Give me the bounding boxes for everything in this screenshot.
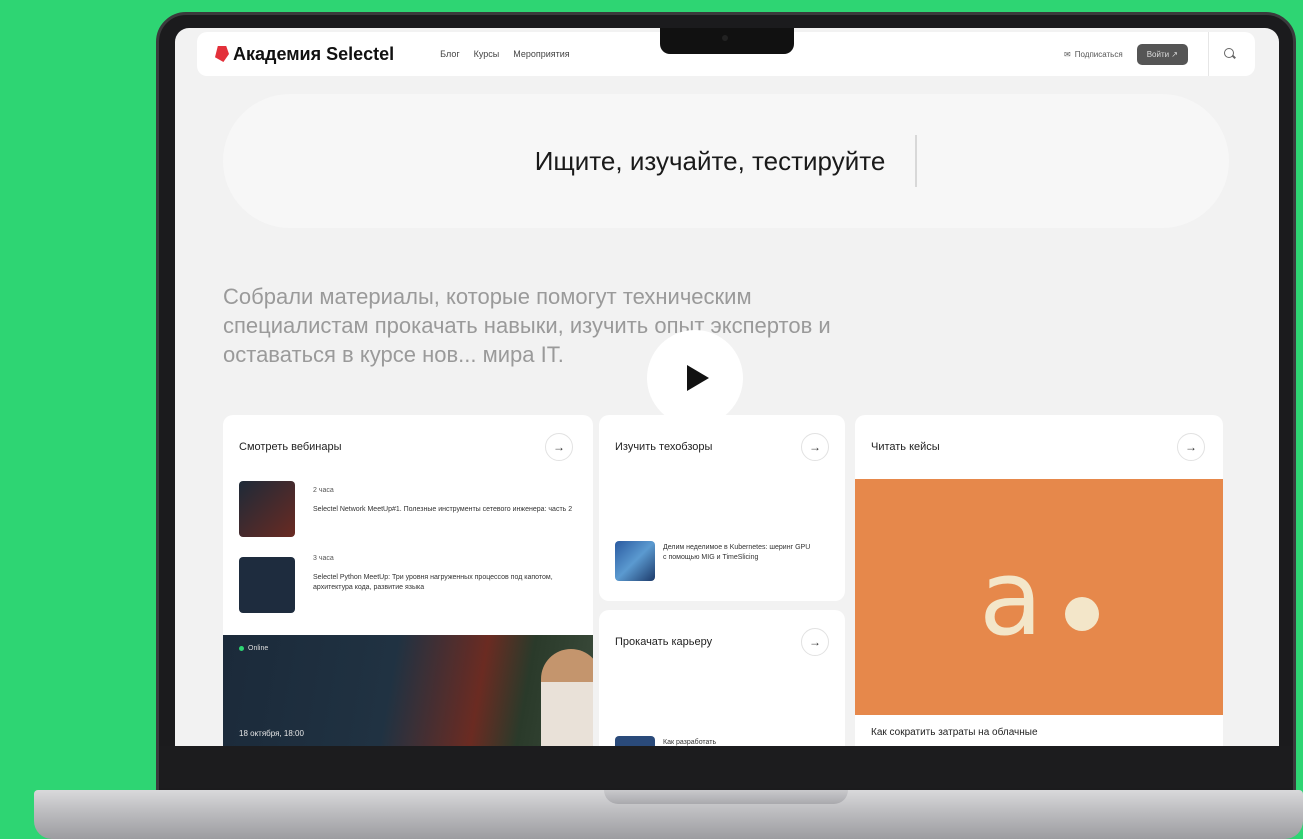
search-input[interactable]: Ищите, изучайте, тестируйте [535,146,886,177]
review-thumbnail[interactable] [615,541,655,581]
case-cover[interactable]: a [855,479,1223,715]
case-logo-letter: a [979,537,1043,659]
webinar-title[interactable]: Selectel Network MeetUp#1. Полезные инст… [313,505,573,515]
arrow-right-icon[interactable]: → [1177,433,1205,461]
webinar-thumbnail[interactable] [239,481,295,537]
play-button[interactable] [647,330,743,426]
intro-text: Собрали материалы, которые помогут техни… [223,284,831,367]
logo-text: Академия Selectel [233,43,395,64]
online-badge: Online [239,645,268,652]
webinar-title[interactable]: Selectel Python MeetUp: Три уровня нагру… [313,573,573,593]
career-thumbnail[interactable] [615,736,655,746]
nav-item-events[interactable]: Мероприятия [513,49,569,59]
card-title: Изучить техобзоры [615,441,713,453]
arrow-right-icon[interactable]: → [545,433,573,461]
card-title: Смотреть вебинары [239,441,342,453]
nav-item-blog[interactable]: Блог [440,49,459,59]
arrow-right-icon[interactable]: → [801,628,829,656]
case-logo-dot [1065,597,1099,631]
webinar-thumbnail[interactable] [239,557,295,613]
status-label: Online [248,645,269,652]
logo[interactable]: Академия Selectel [215,44,394,65]
login-button[interactable]: Войти ↗ [1136,43,1188,65]
play-icon [687,365,709,391]
laptop-opening-notch [604,790,848,804]
card-reviews[interactable]: Изучить техобзоры → Делим неделимое в Ku… [599,415,845,601]
card-career[interactable]: Прокачать карьеру → Как разработать [599,610,845,746]
header-divider [1208,32,1209,76]
subscribe-label: Подписаться [1074,49,1123,59]
screen-bottom-bezel [159,746,1293,788]
nav-item-courses[interactable]: Курсы [474,49,500,59]
card-cases[interactable]: Читать кейсы → a Как сократить затраты н… [855,415,1223,746]
card-title: Прокачать карьеру [615,636,713,648]
text-caret [915,135,918,187]
camera-icon [722,35,728,41]
main-nav: Блог Курсы Мероприятия [440,49,570,59]
webinar-banner[interactable]: Online 18 октября, 18:00 [223,635,593,746]
duration: 2 часа [313,487,334,494]
laptop-screen: Академия Selectel Блог Курсы Мероприятия… [175,28,1279,746]
review-title[interactable]: Делим неделимое в Kubernetes: шеринг GPU… [663,543,813,563]
status-dot-icon [239,646,244,651]
card-title: Читать кейсы [871,441,940,453]
search-icon[interactable] [1223,47,1237,61]
search-bar[interactable]: Ищите, изучайте, тестируйте [223,94,1229,228]
duration: 3 часа [313,555,334,562]
case-title[interactable]: Как сократить затраты на облачные [871,727,1038,738]
mail-icon: ✉ [1064,49,1071,59]
event-date: 18 октября, 18:00 [239,729,304,738]
career-title[interactable]: Как разработать [663,738,813,746]
camera-notch [660,28,794,54]
card-webinars[interactable]: Смотреть вебинары → 2 часа Selectel Netw… [223,415,593,746]
arrow-right-icon[interactable]: → [801,433,829,461]
subscribe-link[interactable]: ✉ Подписаться [1064,50,1123,59]
speaker-photo [541,649,593,746]
selectel-logo-icon [215,46,229,62]
